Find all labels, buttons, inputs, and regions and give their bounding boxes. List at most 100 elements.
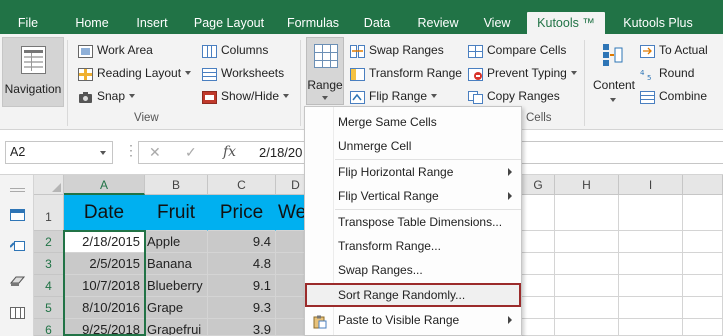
cell[interactable] (555, 231, 619, 253)
cancel-icon[interactable]: ✕ (149, 144, 161, 161)
table-cell[interactable]: Grapefrui (145, 319, 208, 336)
copy-ranges-button[interactable]: Copy Ranges (468, 86, 560, 106)
menu-item-paste-to-visible-range[interactable]: Paste to Visible Range (305, 308, 521, 332)
cell[interactable] (619, 195, 683, 231)
flip-range-button[interactable]: Flip Range (350, 86, 438, 106)
column-list-icon[interactable] (10, 307, 25, 319)
column-header[interactable]: G (522, 175, 555, 195)
column-header[interactable]: H (555, 175, 619, 195)
tab-kutools[interactable]: Kutools ™ (527, 12, 605, 34)
content-button[interactable]: Content (590, 40, 638, 106)
cell[interactable] (619, 275, 683, 297)
menu-item-unmerge-cell[interactable]: Unmerge Cell (305, 134, 521, 158)
column-header[interactable]: A (64, 175, 145, 195)
table-cell[interactable]: 3.9 (208, 319, 276, 336)
menu-item-flip-horizontal-range[interactable]: Flip Horizontal Range (305, 160, 521, 184)
table-cell[interactable]: Apple (145, 231, 208, 253)
table-cell[interactable]: 9/25/2018 (64, 319, 145, 336)
cell[interactable] (522, 195, 555, 231)
columns-button[interactable]: Columns (202, 40, 268, 60)
cell[interactable] (619, 319, 683, 336)
worksheets-button[interactable]: Worksheets (202, 63, 284, 83)
tab-formulas[interactable]: Formulas (278, 0, 348, 34)
table-cell[interactable]: Grape (145, 297, 208, 319)
column-header[interactable]: C (208, 175, 276, 195)
tab-review[interactable]: Review (408, 0, 468, 34)
transform-range-button[interactable]: Transform Range (350, 63, 462, 83)
to-actual-button[interactable]: To Actual (640, 40, 708, 60)
navigation-button[interactable]: Navigation (2, 37, 64, 107)
name-box[interactable]: A2 (5, 141, 113, 164)
round-button[interactable]: 45 Round (640, 63, 694, 83)
prevent-typing-button[interactable]: Prevent Typing (468, 63, 577, 83)
row-header[interactable]: 5 (34, 297, 64, 319)
tab-data[interactable]: Data (354, 0, 400, 34)
cell[interactable] (683, 297, 723, 319)
table-cell[interactable]: 10/7/2018 (64, 275, 145, 297)
tab-page-layout[interactable]: Page Layout (186, 0, 272, 34)
show-hide-button[interactable]: Show/Hide (202, 86, 290, 106)
row-header[interactable]: 4 (34, 275, 64, 297)
column-header[interactable]: I (619, 175, 683, 195)
cell[interactable] (683, 231, 723, 253)
cell[interactable] (683, 195, 723, 231)
table-cell[interactable]: 2/18/2015 (64, 231, 145, 253)
table-cell[interactable]: 9.4 (208, 231, 276, 253)
cell[interactable] (522, 231, 555, 253)
cell[interactable] (683, 275, 723, 297)
cell[interactable] (522, 297, 555, 319)
column-header[interactable]: B (145, 175, 208, 195)
tab-file[interactable]: File (6, 0, 50, 34)
table-cell[interactable]: 9.3 (208, 297, 276, 319)
cell[interactable] (619, 297, 683, 319)
table-cell[interactable]: Blueberry (145, 275, 208, 297)
tab-insert[interactable]: Insert (124, 0, 180, 34)
enter-icon[interactable]: ✓ (185, 144, 197, 161)
table-cell[interactable]: 8/10/2016 (64, 297, 145, 319)
menu-item-merge-same-cells[interactable]: Merge Same Cells (305, 110, 521, 134)
work-area-button[interactable]: Work Area (78, 40, 153, 60)
header-cell[interactable]: Fruit (145, 195, 208, 231)
autotext-icon[interactable] (9, 275, 26, 287)
reading-layout-button[interactable]: Reading Layout (78, 63, 192, 83)
cell[interactable] (619, 253, 683, 275)
swap-ranges-button[interactable]: Swap Ranges (350, 40, 444, 60)
column-header[interactable] (683, 175, 723, 195)
cell[interactable] (683, 319, 723, 336)
formula-bar-grip-icon[interactable]: ⋮ (124, 141, 138, 159)
tab-kutools-plus[interactable]: Kutools Plus (612, 0, 704, 34)
row-header[interactable]: 6 (34, 319, 64, 336)
name-manager-icon[interactable] (9, 239, 25, 251)
menu-item-flip-vertical-range[interactable]: Flip Vertical Range (305, 184, 521, 208)
select-all-button[interactable] (34, 175, 64, 195)
cell[interactable] (619, 231, 683, 253)
workbook-icon[interactable] (10, 209, 25, 221)
table-cell[interactable]: 9.1 (208, 275, 276, 297)
snap-button[interactable]: Snap (78, 86, 136, 106)
menu-item-swap-ranges[interactable]: Swap Ranges... (305, 258, 521, 282)
table-cell[interactable]: 4.8 (208, 253, 276, 275)
cell[interactable] (555, 297, 619, 319)
cell[interactable] (555, 275, 619, 297)
chevron-down-icon[interactable] (100, 151, 106, 155)
table-cell[interactable]: 2/5/2015 (64, 253, 145, 275)
cell[interactable] (522, 319, 555, 336)
table-cell[interactable]: Banana (145, 253, 208, 275)
cell[interactable] (555, 195, 619, 231)
drag-handle-icon[interactable] (10, 183, 25, 195)
tab-view[interactable]: View (474, 0, 520, 34)
insert-function-icon[interactable]: fx (223, 144, 236, 160)
header-cell[interactable]: Date (64, 195, 145, 231)
cell[interactable] (522, 275, 555, 297)
range-button[interactable]: Range (306, 37, 344, 105)
header-cell[interactable]: Price (208, 195, 276, 231)
menu-item-transform-range[interactable]: Transform Range... (305, 234, 521, 258)
row-header[interactable]: 3 (34, 253, 64, 275)
cell[interactable] (555, 319, 619, 336)
cell[interactable] (522, 253, 555, 275)
row-header[interactable]: 1 (34, 195, 64, 231)
cell[interactable] (555, 253, 619, 275)
menu-item-transpose-table-dimensions[interactable]: Transpose Table Dimensions... (305, 210, 521, 234)
cell[interactable] (683, 253, 723, 275)
menu-item-sort-range-randomly[interactable]: Sort Range Randomly... (305, 283, 521, 307)
